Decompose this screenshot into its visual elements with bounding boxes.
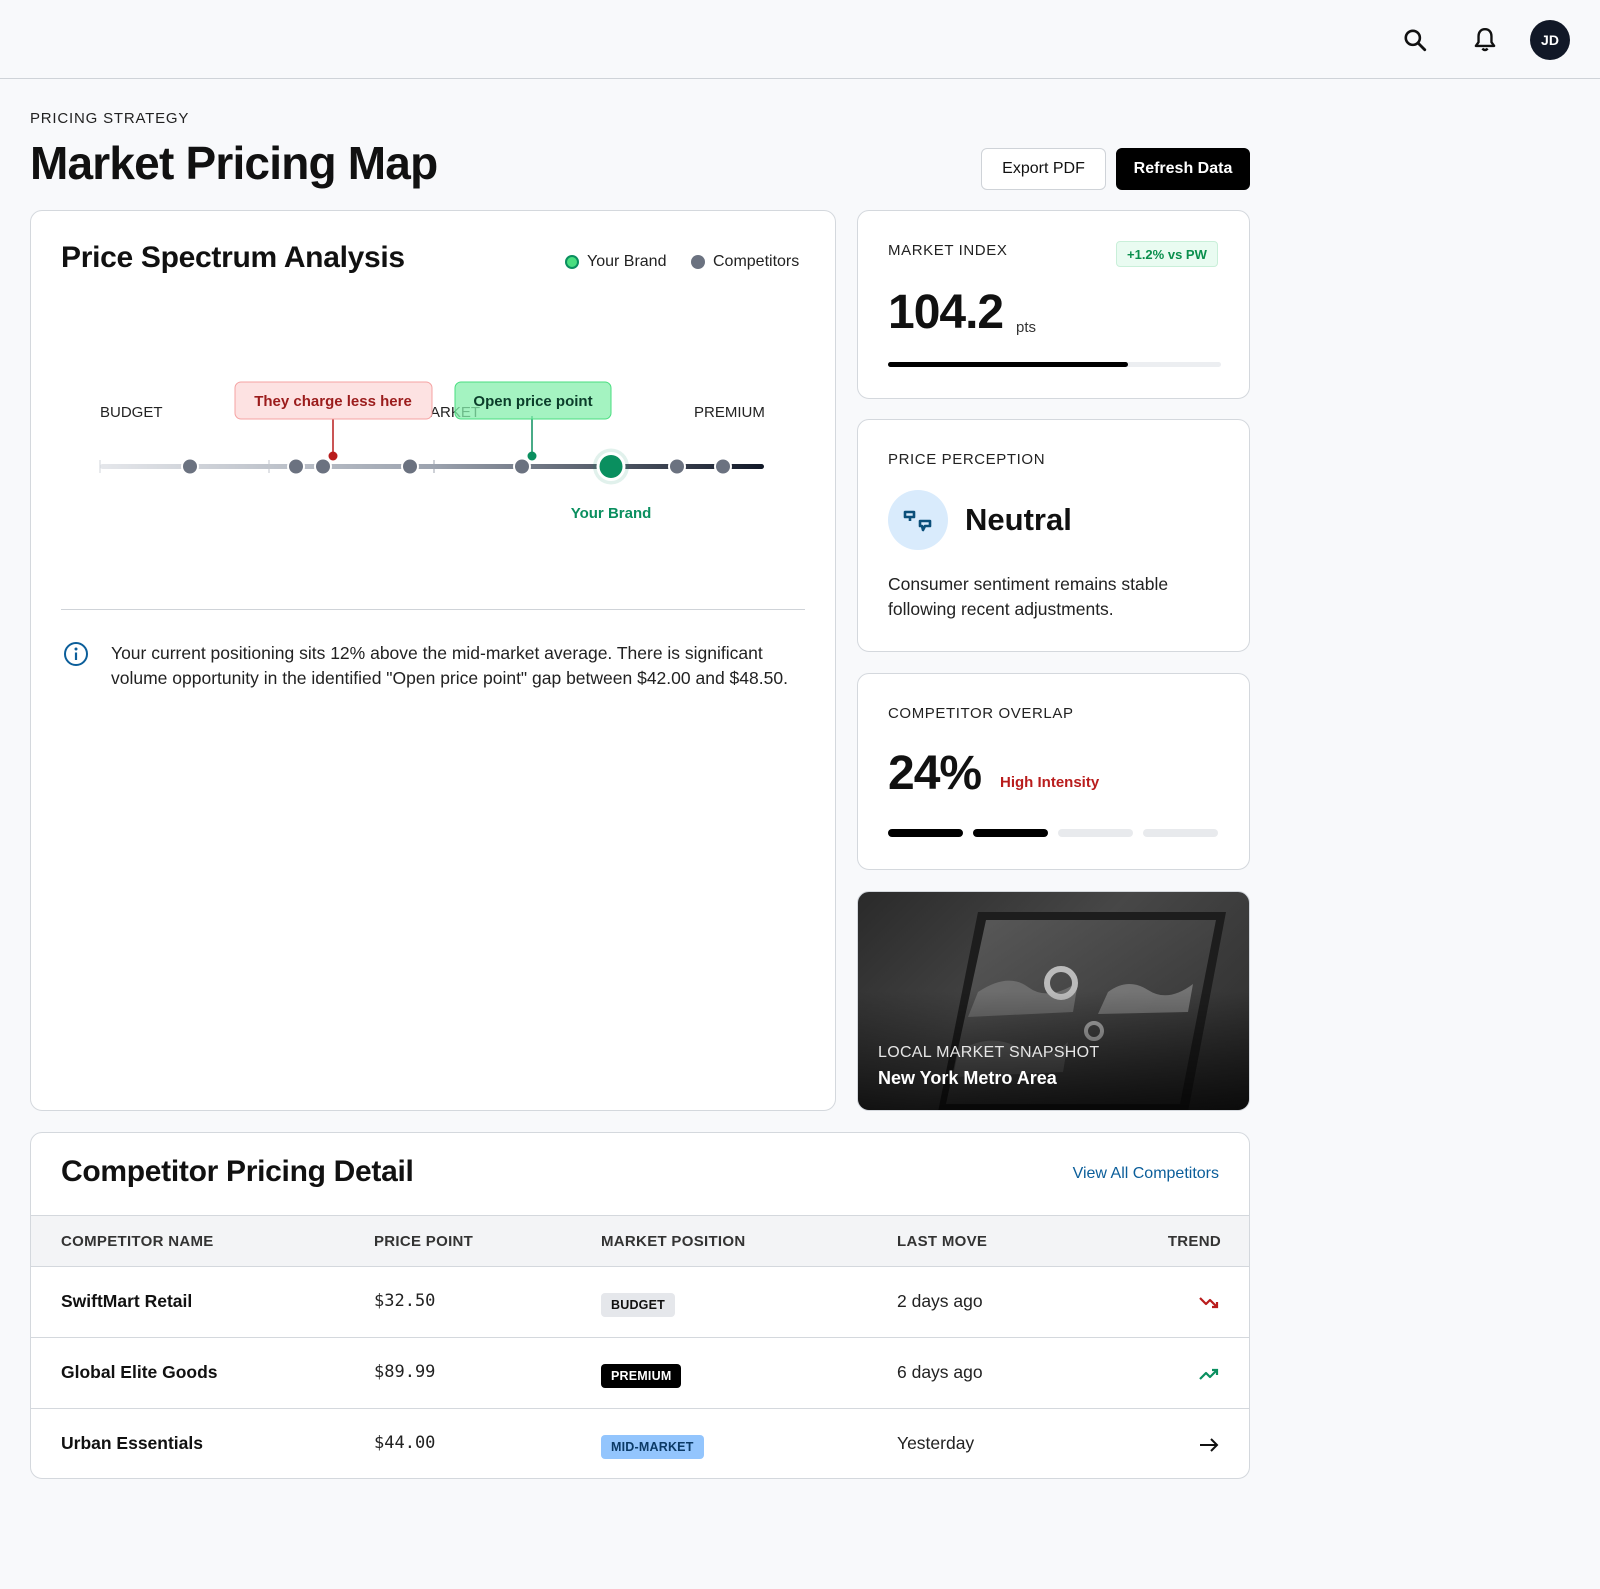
table-row[interactable]: SwiftMart Retail $32.50 BUDGET 2 days ag… [31,1267,1249,1338]
overlap-value: 24% [888,747,982,800]
table-header: COMPETITOR NAME PRICE POINT MARKET POSIT… [31,1215,1249,1267]
competitor-name: Global Elite Goods [61,1362,218,1382]
gap-marker [527,451,537,461]
spectrum-divider [61,609,805,610]
position-badge: BUDGET [601,1293,675,1317]
column-header-last-move[interactable]: LAST MOVE [897,1233,987,1250]
overlap-segment [888,829,963,837]
competitor-price: $32.50 [374,1291,436,1311]
price-spectrum-card: Price Spectrum Analysis Your Brand Compe… [30,210,836,1111]
snapshot-title: New York Metro Area [878,1068,1057,1088]
column-header-trend[interactable]: TREND [1168,1233,1221,1250]
brand-dot[interactable] [596,452,626,481]
last-move: 6 days ago [897,1362,983,1382]
snapshot-label: LOCAL MARKET SNAPSHOT [878,1044,1100,1061]
gap-callout-text: Open price point [473,393,592,410]
overlap-segment [1143,829,1218,837]
perception-description: Consumer sentiment remains stable follow… [888,574,1169,619]
scale-label-premium: PREMIUM [694,404,765,421]
view-all-competitors-link[interactable]: View All Competitors [1073,1165,1219,1183]
undercut-marker [328,451,338,461]
spectrum-track [100,464,764,469]
balance-icon [888,490,948,550]
competitor-name: Urban Essentials [61,1433,203,1453]
overlap-label: COMPETITOR OVERLAP [888,705,1074,722]
overlap-segment [1058,829,1133,837]
market-index-change-badge: +1.2% vs PW [1116,241,1218,267]
competitor-price: $44.00 [374,1433,436,1453]
position-badge: PREMIUM [601,1364,682,1388]
price-perception-card: PRICE PERCEPTION Neutral Consumer sentim… [857,419,1250,652]
local-market-snapshot-card[interactable]: LOCAL MARKET SNAPSHOT New York Metro Are… [857,891,1250,1111]
column-header-name[interactable]: COMPETITOR NAME [61,1233,214,1250]
market-index-progress-fill [888,362,1128,367]
spectrum-insight: Your current positioning sits 12% above … [111,643,788,688]
arrow-right-icon [1197,1433,1221,1457]
competitor-table-title: Competitor Pricing Detail [61,1155,414,1188]
search-icon[interactable] [1397,22,1433,58]
column-header-position[interactable]: MARKET POSITION [601,1233,746,1250]
competitor-dot[interactable] [401,457,419,476]
undercut-callout-text: They charge less here [254,393,412,410]
competitor-dot[interactable] [513,457,531,476]
bell-icon[interactable] [1467,22,1503,58]
competitor-dot[interactable] [181,457,199,476]
market-index-progress [888,362,1221,367]
perception-label: PRICE PERCEPTION [888,451,1046,468]
competitor-overlap-card: COMPETITOR OVERLAP 24% High Intensity [857,673,1250,870]
competitor-dot[interactable] [287,457,305,476]
refresh-data-button[interactable]: Refresh Data [1116,148,1250,190]
trending-up-icon [1197,1362,1221,1386]
brand-dot-label: Your Brand [571,505,652,522]
competitor-dot[interactable] [668,457,686,476]
page-title: Market Pricing Map [30,137,438,189]
competitor-pricing-card: Competitor Pricing Detail View All Compe… [30,1132,1250,1479]
last-move: 2 days ago [897,1291,983,1311]
competitor-price: $89.99 [374,1362,436,1382]
market-index-label: MARKET INDEX [888,242,1008,259]
perception-value: Neutral [965,502,1072,537]
table-row[interactable]: Urban Essentials $44.00 MID-MARKET Yeste… [31,1409,1249,1478]
info-icon [63,641,89,672]
avatar[interactable]: JD [1530,20,1570,60]
export-pdf-button[interactable]: Export PDF [981,148,1106,190]
page-eyebrow: PRICING STRATEGY [30,110,190,127]
position-badge: MID-MARKET [601,1435,704,1459]
last-move: Yesterday [897,1433,975,1453]
overlap-segment-bar [888,829,1218,837]
overlap-segment [973,829,1048,837]
trending-down-icon [1197,1291,1221,1315]
spectrum-chart: BUDGET ARKET PREMIUM They charge less he… [99,381,765,522]
table-row[interactable]: Global Elite Goods $89.99 PREMIUM 6 days… [31,1338,1249,1409]
market-index-card: MARKET INDEX +1.2% vs PW 104.2 pts [857,210,1250,399]
competitor-name: SwiftMart Retail [61,1291,193,1311]
scale-label-budget: BUDGET [100,404,163,421]
market-index-unit: pts [1016,319,1037,336]
column-header-price[interactable]: PRICE POINT [374,1233,473,1250]
competitor-dot[interactable] [314,457,332,476]
competitor-dot[interactable] [714,457,732,476]
overlap-intensity: High Intensity [1000,774,1100,791]
top-bar: JD [0,0,1600,79]
market-index-value: 104.2 [888,286,1004,339]
